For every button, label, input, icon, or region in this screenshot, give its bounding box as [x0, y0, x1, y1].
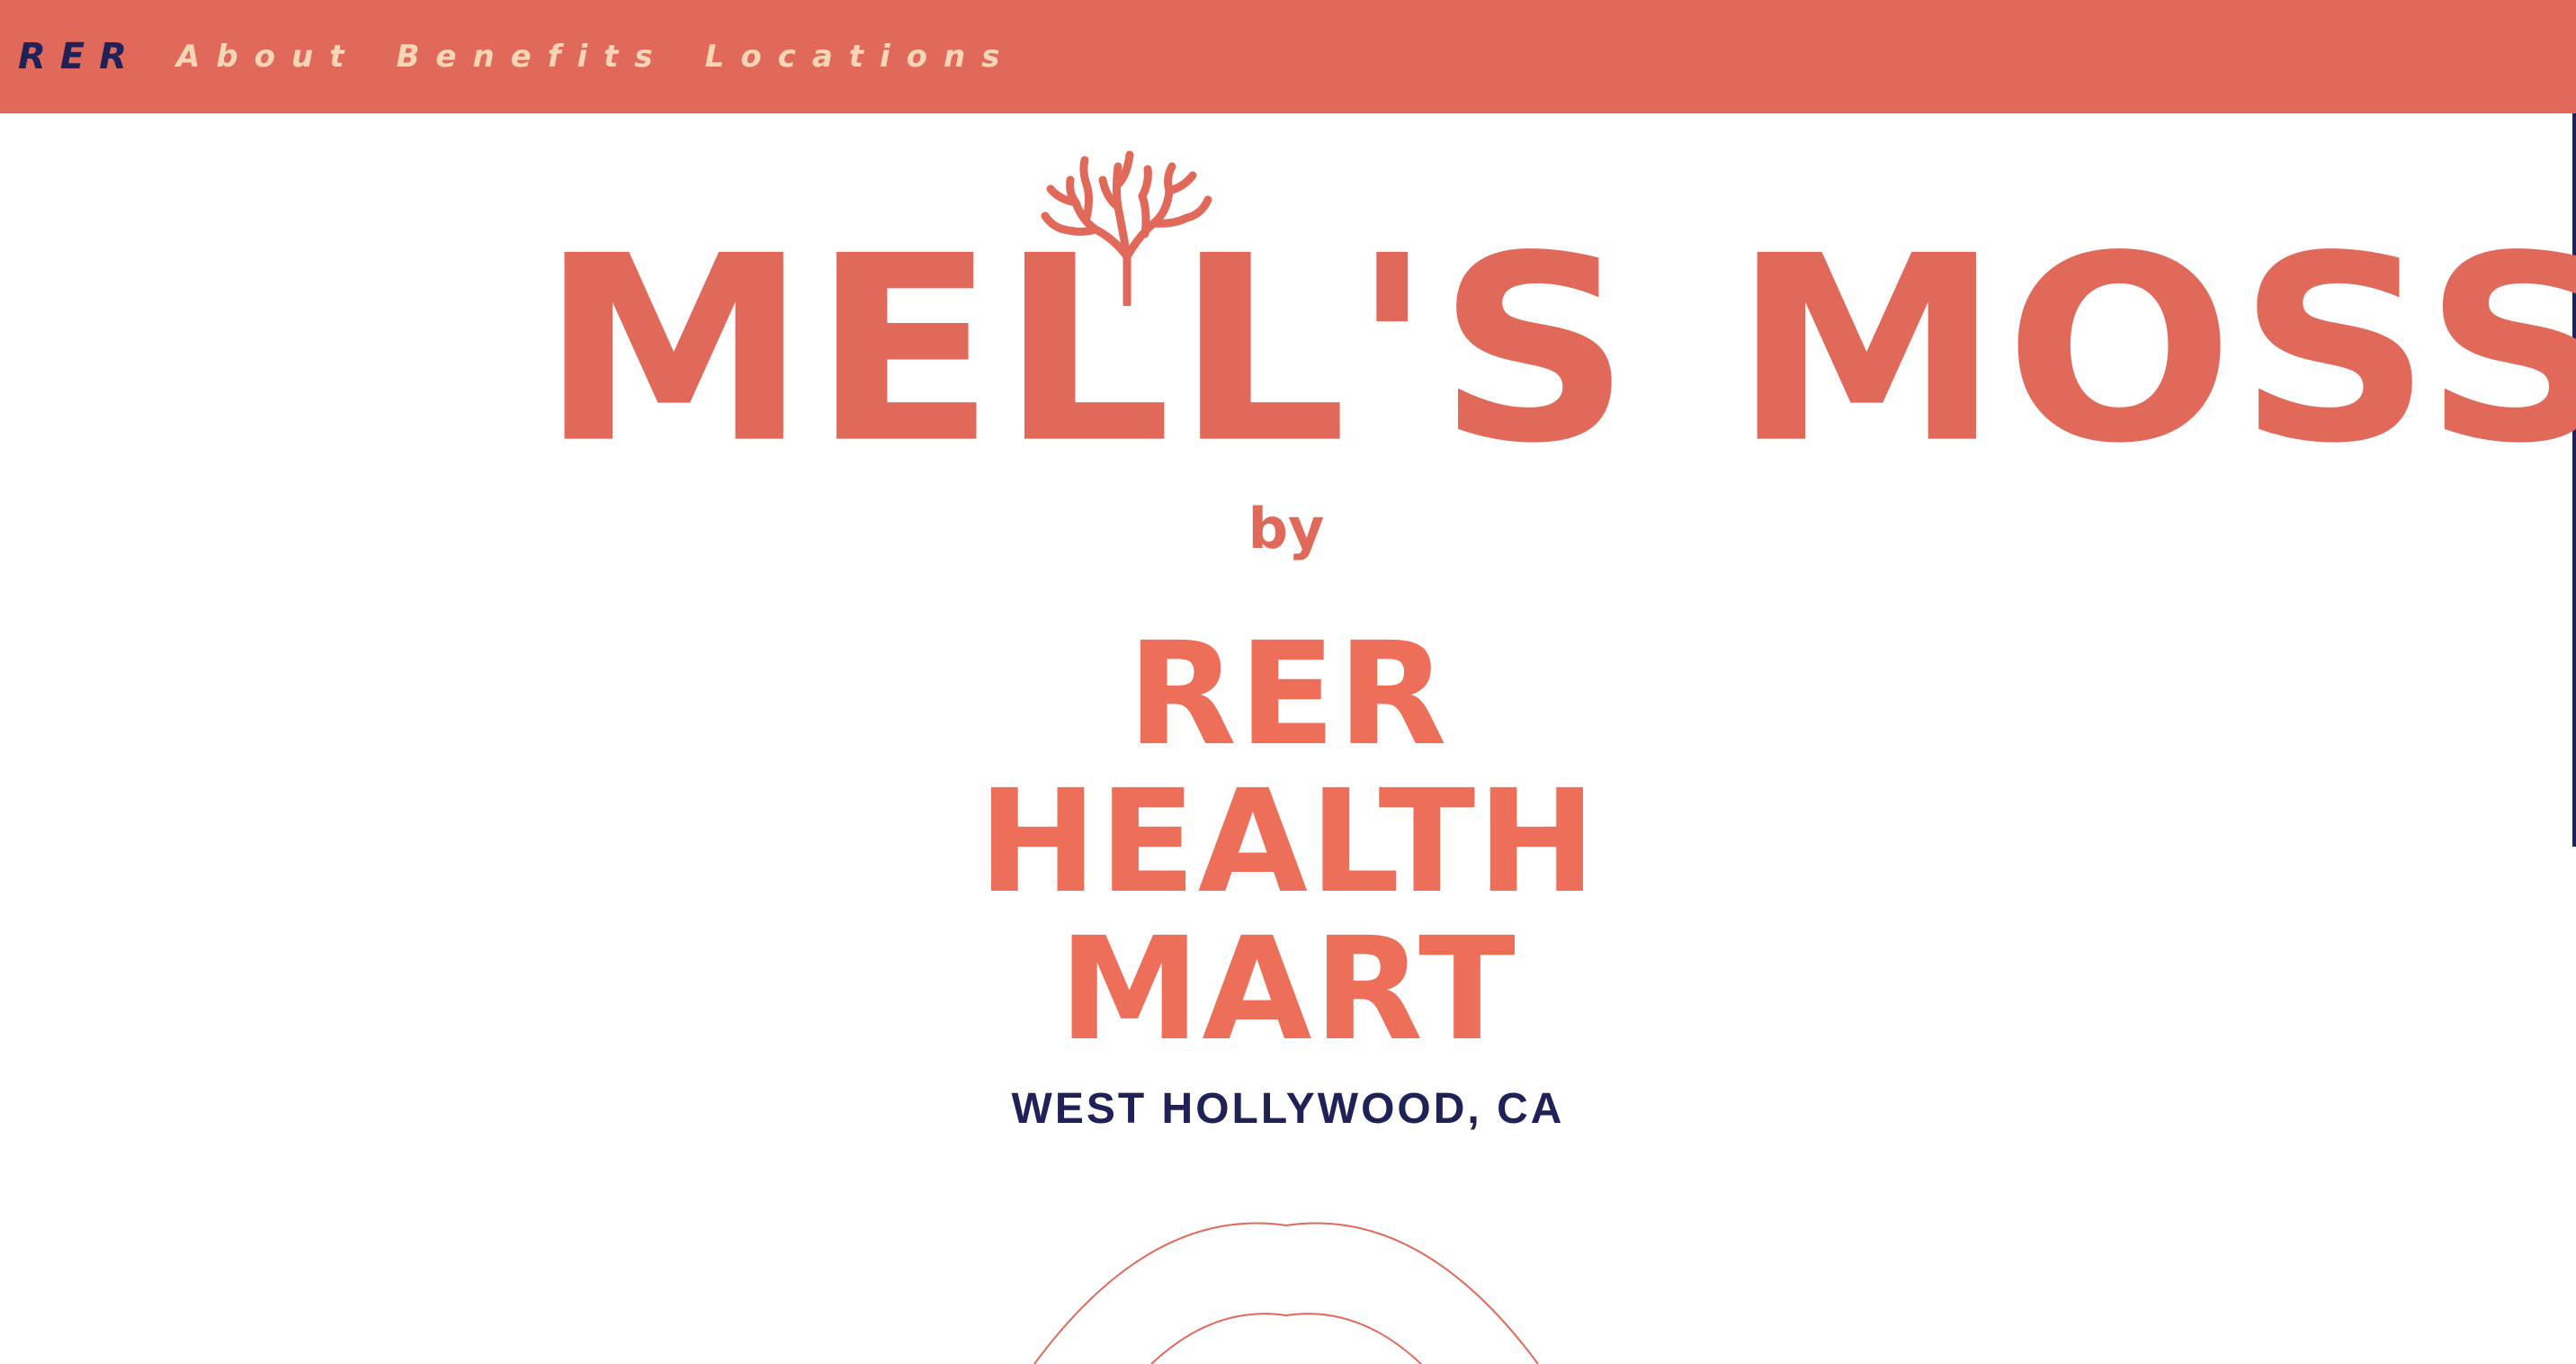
store-name-line-2: HEALTH [978, 759, 1598, 925]
mells-moss-logo: MELL'S MOSS [540, 144, 2576, 504]
nav-link-about[interactable]: About [176, 32, 360, 81]
mells-moss-wordmark: MELL'S MOSS [540, 201, 2576, 500]
store-location: WEST HOLLYWOOD, CA [1011, 1085, 1565, 1133]
nav-brand-logo[interactable]: RER [18, 31, 141, 83]
store-name-line-3: MART [1059, 907, 1517, 1072]
outer-arc [1033, 1222, 1539, 1364]
top-navbar: RER About Benefits Locations [0, 0, 2576, 113]
by-label: by [1248, 496, 1325, 561]
nav-links: About Benefits Locations [176, 32, 1016, 81]
store-name-line-1: RER [1127, 612, 1449, 777]
nav-link-locations[interactable]: Locations [705, 32, 1016, 81]
nav-link-benefits[interactable]: Benefits [396, 32, 668, 81]
decorative-arcs [1033, 1222, 1539, 1364]
inner-arc [1150, 1313, 1422, 1364]
store-name-logo: RER HEALTH MART [928, 621, 1648, 1063]
